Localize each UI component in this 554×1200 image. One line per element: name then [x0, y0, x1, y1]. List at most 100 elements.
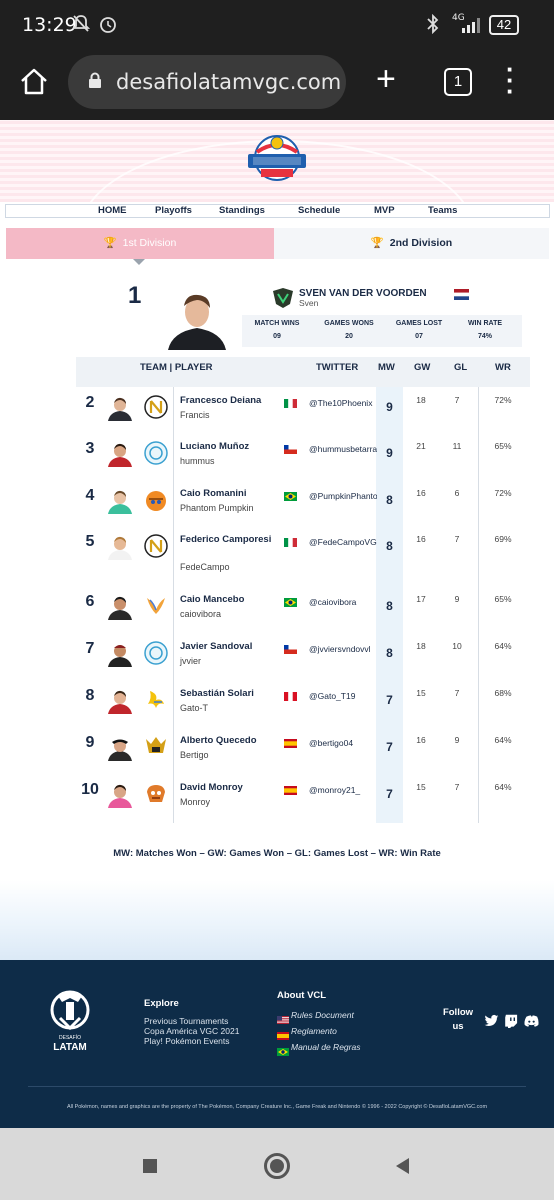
nav-home[interactable]: HOME	[98, 205, 127, 217]
chile-flag-icon	[284, 641, 297, 654]
player-twitter-link[interactable]: @monroy21_	[309, 785, 377, 795]
player-nick: Phantom Pumpkin	[180, 503, 254, 513]
address-bar[interactable]: desafiolatamvgc.com	[68, 55, 346, 109]
player-nick: caiovibora	[180, 609, 222, 619]
table-row[interactable]: 4 Caio Romanini Phantom Pumpkin @Pumpkin…	[76, 483, 530, 529]
player-avatar	[106, 735, 134, 761]
player-twitter-link[interactable]: @FedeCampoVGC	[309, 537, 377, 547]
table-row[interactable]: 10 David Monroy Monroy @monroy21_ 7 15 7…	[76, 777, 530, 823]
new-tab-icon[interactable]: +	[376, 60, 396, 99]
status-bar: 13:29 4G 42	[0, 0, 554, 52]
player-twitter-link[interactable]: @caiovibora	[309, 597, 377, 607]
alarm-icon	[98, 14, 118, 39]
svg-text:DESAFÍO: DESAFÍO	[59, 1034, 81, 1041]
tab-switcher-button[interactable]: 1	[444, 68, 472, 96]
player-nick: hummus	[180, 456, 215, 466]
back-button[interactable]	[396, 1158, 409, 1174]
player-avatar	[106, 688, 134, 714]
netherlands-flag-icon	[454, 287, 469, 300]
header-twitter: TWITTER	[316, 362, 359, 373]
table-row[interactable]: 9 Alberto Quecedo Bertigo @bertigo04 7 1…	[76, 730, 530, 776]
player-twitter-link[interactable]: @bertigo04	[309, 738, 377, 748]
browser-menu-icon[interactable]: · · ·	[506, 56, 515, 104]
standings-table-header: TEAM | PLAYER TWITTER MW GW GL WR	[76, 357, 530, 387]
stat-match-wins: MATCH WINS 09	[254, 320, 300, 340]
player-name: Caio Romanini	[180, 488, 247, 499]
signal-icon	[462, 16, 484, 34]
twitter-icon[interactable]	[484, 1014, 499, 1028]
player-nick: jvvier	[180, 656, 202, 666]
recents-button[interactable]	[143, 1159, 157, 1173]
italy-flag-icon	[284, 534, 297, 547]
header-gl: GL	[454, 362, 468, 373]
table-row[interactable]: 5 Federico Camporesi FedeCampo @FedeCamp…	[76, 529, 530, 589]
hero-banner	[0, 120, 554, 320]
chile-flag-icon	[284, 441, 297, 454]
lock-icon	[88, 72, 102, 88]
player-twitter-link[interactable]: @Gato_T19	[309, 691, 377, 701]
nav-teams[interactable]: Teams	[428, 205, 457, 217]
player-name: Federico Camporesi	[180, 534, 272, 545]
nav-schedule[interactable]: Schedule	[298, 205, 340, 217]
table-row[interactable]: 6 Caio Mancebo caiovibora @caiovibora 8 …	[76, 589, 530, 635]
player-nick: Monroy	[180, 797, 211, 807]
player-twitter-link[interactable]: @hummusbetarraga	[309, 444, 377, 454]
player-name: Alberto Quecedo	[180, 735, 257, 746]
table-row[interactable]: 7 Javier Sandoval jvvier @jvviersvndovvl…	[76, 636, 530, 682]
bluetooth-icon	[426, 13, 440, 39]
trophy-icon: 🏆	[370, 237, 390, 249]
twitch-icon[interactable]	[504, 1014, 519, 1028]
system-navigation-bar	[0, 1128, 554, 1200]
tab-1st-division[interactable]: 🏆 1st Division	[6, 228, 274, 259]
player-nick: FedeCampo	[180, 562, 230, 572]
spain-flag-icon	[277, 1027, 289, 1040]
player-name: David Monroy	[180, 782, 243, 793]
status-time: 13:29	[22, 14, 77, 36]
header-team-player: TEAM | PLAYER	[140, 362, 213, 373]
player-twitter-link[interactable]: @The10Phoenix	[309, 398, 377, 408]
footer-link-rules-document[interactable]: Rules Document	[291, 1010, 354, 1020]
player-twitter-link[interactable]: @jvviersvndovvl	[309, 644, 377, 654]
team-logo-icon	[144, 395, 168, 419]
nav-mvp[interactable]: MVP	[374, 205, 395, 217]
player-name: Caio Mancebo	[180, 594, 245, 605]
home-icon[interactable]	[18, 66, 50, 98]
nav-standings[interactable]: Standings	[219, 205, 265, 217]
player-twitter-link[interactable]: @PumpkinPhantom	[309, 491, 377, 501]
brazil-flag-icon	[284, 594, 297, 607]
table-legend: MW: Matches Won – GW: Games Won – GL: Ga…	[113, 848, 441, 859]
footer-link-previous-tournaments[interactable]: Previous Tournaments	[144, 1016, 228, 1026]
nav-playoffs[interactable]: Playoffs	[155, 205, 192, 217]
header-mw: MW	[378, 362, 395, 373]
desafio-latam-logo[interactable]: DESAFÍO LATAM	[48, 988, 92, 1054]
browser-toolbar: desafiolatamvgc.com + 1 · · ·	[0, 52, 554, 120]
home-button[interactable]	[264, 1153, 290, 1179]
main-nav: HOME Playoffs Standings Schedule MVP Tea…	[5, 204, 550, 218]
footer-link-manual-de-regras[interactable]: Manual de Regras	[291, 1042, 360, 1052]
mute-notifications-icon	[71, 14, 91, 39]
player-avatar	[106, 488, 134, 514]
team-logo-icon	[144, 782, 168, 806]
tab-2nd-division[interactable]: 🏆 2nd Division	[274, 228, 549, 259]
header-gw: GW	[414, 362, 431, 373]
player-avatar	[106, 641, 134, 667]
footer-link-copa-america[interactable]: Copa América VGC 2021	[144, 1026, 239, 1036]
discord-icon[interactable]	[524, 1014, 539, 1028]
table-row[interactable]: 8 Sebastián Solari Gato-T @Gato_T19 7 15…	[76, 683, 530, 729]
table-row[interactable]: 3 Luciano Muñoz hummus @hummusbetarraga …	[76, 436, 530, 482]
spain-flag-icon	[284, 782, 297, 795]
champion-team-logo	[272, 288, 294, 308]
champion-photo	[164, 284, 230, 350]
site-footer: DESAFÍO LATAM Explore Previous Tournamen…	[0, 960, 554, 1128]
team-logo-icon	[144, 488, 168, 512]
footer-link-reglamento[interactable]: Reglamento	[291, 1026, 337, 1036]
player-name: Javier Sandoval	[180, 641, 253, 652]
team-logo-icon	[144, 641, 168, 665]
footer-link-play-pokemon-events[interactable]: Play! Pokémon Events	[144, 1036, 230, 1046]
player-nick: Francis	[180, 410, 210, 420]
table-row[interactable]: 2 Francesco Deiana Francis @The10Phoenix…	[76, 390, 530, 436]
team-logo-icon	[144, 594, 168, 618]
vgc-challenge-league-logo[interactable]	[245, 132, 309, 188]
champion-stats: MATCH WINS 09 GAMES WONS 20 GAMES LOST 0…	[242, 315, 522, 347]
division-tabs: 🏆 1st Division 🏆 2nd Division	[6, 228, 549, 259]
